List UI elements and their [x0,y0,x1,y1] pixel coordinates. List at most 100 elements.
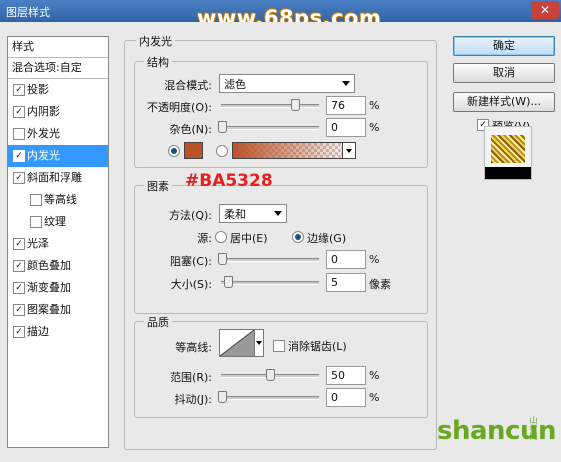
size-slider-track[interactable] [221,276,319,288]
style-item-label: 光泽 [27,237,49,250]
style-item-checkbox[interactable]: ✓ [13,84,25,96]
antialias-label: 消除锯齿(L) [288,340,347,353]
jitter-value: 0 [331,391,338,404]
blend-mode-value: 滤色 [224,78,246,91]
style-item-label: 描边 [27,325,49,338]
noise-slider-track[interactable] [218,121,319,133]
style-item-checkbox[interactable]: ✓ [13,260,25,272]
style-item[interactable]: 外发光 [8,123,108,145]
source-label: 源: [197,232,212,245]
source-center-radio[interactable] [215,231,227,243]
noise-slider-thumb[interactable] [218,121,227,133]
style-item[interactable]: ✓ 投影 [8,79,108,101]
style-item[interactable]: ✓ 内发光 [8,145,108,167]
jitter-input[interactable]: 0 [326,388,366,407]
structure-title: 结构 [144,54,172,70]
quality-title: 品质 [144,314,172,330]
choke-unit: % [369,253,380,266]
noise-unit: % [369,121,380,134]
style-item-label: 内阴影 [27,105,60,118]
chevron-down-icon [274,211,282,216]
style-item[interactable]: ✓ 斜面和浮雕 [8,167,108,189]
choke-input[interactable]: 0 [326,250,366,269]
blend-mode-select[interactable]: 滤色 [219,74,355,93]
range-slider-track[interactable] [221,369,319,381]
style-item[interactable]: ✓ 内阴影 [8,101,108,123]
choke-value: 0 [331,253,338,266]
noise-input[interactable]: 0 [326,118,366,137]
solid-color-radio[interactable] [168,145,180,157]
method-select[interactable]: 柔和 [219,204,287,223]
contour-dropdown-icon[interactable] [254,329,264,357]
style-item-checkbox[interactable]: ✓ [13,304,25,316]
choke-label: 阻塞(C): [170,255,212,268]
styles-header[interactable]: 样式 [8,37,108,58]
antialias-checkbox[interactable] [273,340,285,352]
range-unit: % [369,369,380,382]
color-annotation: #BA5328 [185,171,273,191]
size-input[interactable]: 5 [326,273,366,292]
source-edge-label: 边缘(G) [307,232,347,245]
style-item[interactable]: ✓ 描边 [8,321,108,343]
style-item-label: 纹理 [44,215,66,228]
glow-color-swatch[interactable] [184,142,203,159]
size-label: 大小(S): [170,278,212,291]
jitter-slider-thumb[interactable] [218,391,227,403]
check-icon: ✓ [15,261,23,271]
style-item-checkbox[interactable]: ✓ [13,106,25,118]
style-item-checkbox[interactable]: ✓ [13,172,25,184]
opacity-input[interactable]: 76 [326,96,366,115]
style-item[interactable]: ✓ 图案叠加 [8,299,108,321]
check-icon: ✓ [15,173,23,183]
blend-options-item[interactable]: 混合选项:自定 [8,58,108,79]
noise-value: 0 [331,121,338,134]
style-preview-thumbnail [484,126,532,180]
style-item[interactable]: 纹理 [8,211,108,233]
source-edge-radio[interactable] [292,231,304,243]
dialog-body: 样式 混合选项:自定 ✓ 投影 ✓ 内阴影 外发光 ✓ 内发光 ✓ 斜面和浮雕 等高线 纹理 ✓ 光泽 ✓… [0,22,561,462]
style-item-checkbox[interactable] [13,128,25,140]
styles-list: 样式 混合选项:自定 ✓ 投影 ✓ 内阴影 外发光 ✓ 内发光 ✓ 斜面和浮雕 等高线 纹理 ✓ 光泽 ✓… [7,36,109,448]
range-value: 50 [331,369,345,382]
size-value: 5 [331,276,338,289]
style-item[interactable]: ✓ 光泽 [8,233,108,255]
jitter-slider-track[interactable] [218,391,319,403]
style-item-checkbox[interactable]: ✓ [13,282,25,294]
check-icon: ✓ [15,239,23,249]
elements-title: 图素 [144,178,172,194]
style-item[interactable]: ✓ 渐变叠加 [8,277,108,299]
contour-curve-icon [220,330,254,356]
style-item-label: 投影 [27,83,49,96]
style-item[interactable]: ✓ 颜色叠加 [8,255,108,277]
choke-slider-thumb[interactable] [218,253,227,265]
style-item-checkbox[interactable] [30,194,42,206]
opacity-slider-thumb[interactable] [291,99,300,111]
choke-slider-track[interactable] [218,253,319,265]
size-slider-thumb[interactable] [224,276,233,288]
contour-preview[interactable] [219,329,255,357]
opacity-slider-track[interactable] [221,99,319,111]
blend-mode-label: 混合模式: [164,79,212,92]
inner-glow-title: 内发光 [136,33,175,49]
style-item-checkbox[interactable]: ✓ [13,326,25,338]
opacity-value: 76 [331,99,345,112]
ok-button[interactable]: 确定 [453,36,555,56]
range-label: 范围(R): [170,371,212,384]
style-item-checkbox[interactable]: ✓ [13,150,25,162]
window-title: 图层样式 [6,6,50,19]
style-item-label: 颜色叠加 [27,259,71,272]
range-input[interactable]: 50 [326,366,366,385]
style-item-checkbox[interactable] [30,216,42,228]
gradient-dropdown-icon[interactable] [342,142,356,159]
style-item-checkbox[interactable]: ✓ [13,238,25,250]
style-item-label: 等高线 [44,193,77,206]
range-slider-thumb[interactable] [266,369,275,381]
method-value: 柔和 [224,208,246,221]
style-item-label: 斜面和浮雕 [27,171,82,184]
style-item[interactable]: 等高线 [8,189,108,211]
glow-gradient-picker[interactable] [232,142,356,159]
gradient-radio[interactable] [216,145,228,157]
new-style-button[interactable]: 新建样式(W)... [453,92,555,112]
cancel-button[interactable]: 取消 [453,63,555,83]
close-button[interactable]: ✕ [531,1,559,19]
